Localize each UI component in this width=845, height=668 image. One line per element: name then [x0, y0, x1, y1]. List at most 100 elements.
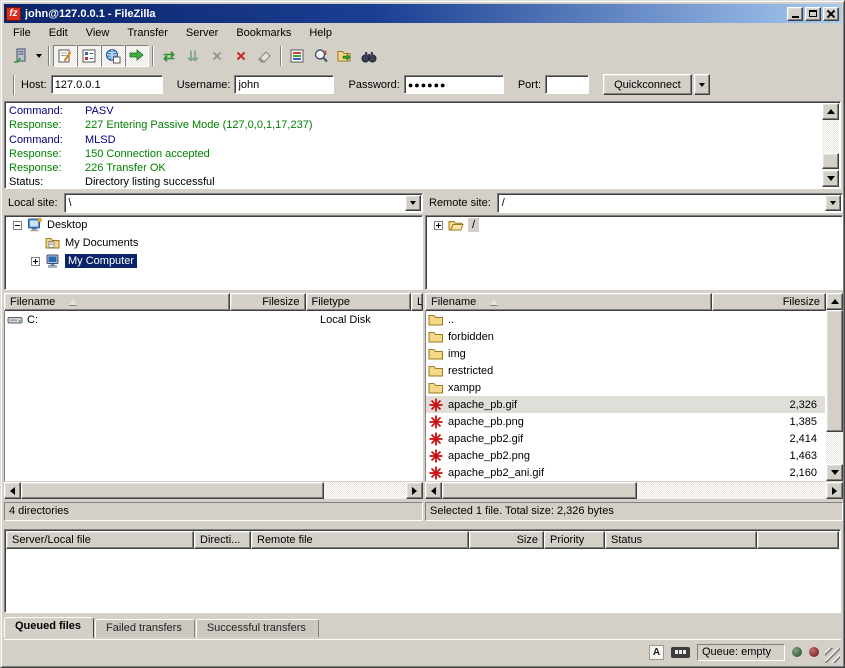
- disconnect-button[interactable]: [229, 45, 253, 67]
- column-filename[interactable]: Filename: [4, 293, 230, 311]
- scrollbar-thumb[interactable]: [442, 482, 637, 499]
- compare-icon: [313, 48, 329, 64]
- menu-file[interactable]: File: [4, 25, 40, 41]
- resize-grip[interactable]: [825, 648, 840, 663]
- close-button[interactable]: [823, 7, 839, 21]
- file-name: apache_pb2.png: [448, 450, 724, 462]
- menu-server[interactable]: Server: [177, 25, 227, 41]
- filter-icon: [289, 48, 305, 64]
- file-row[interactable]: apache_pb2_ani.gif 2,160: [426, 464, 825, 481]
- column-remote-file[interactable]: Remote file: [251, 531, 469, 549]
- tree-item-desktop[interactable]: Desktop: [5, 216, 422, 234]
- remote-status-text: Selected 1 file. Total size: 2,326 bytes: [425, 502, 843, 521]
- port-input[interactable]: [545, 75, 589, 94]
- synchronized-browsing-button[interactable]: [333, 45, 357, 67]
- menu-help[interactable]: Help: [300, 25, 341, 41]
- site-manager-dropdown[interactable]: [32, 45, 45, 67]
- file-name: apache_pb2_ani.gif: [448, 467, 724, 479]
- cancel-operation-button[interactable]: [205, 45, 229, 67]
- site-manager-icon: [12, 48, 28, 64]
- toggle-local-tree-button[interactable]: [77, 45, 101, 67]
- menu-view[interactable]: View: [77, 25, 119, 41]
- remote-vertical-scrollbar[interactable]: [826, 293, 843, 481]
- file-row[interactable]: ..: [426, 311, 825, 328]
- file-row-c-drive[interactable]: C: Local Disk: [5, 311, 422, 328]
- scroll-right-button[interactable]: [406, 482, 423, 499]
- column-server-local-file[interactable]: Server/Local file: [6, 531, 194, 549]
- menu-transfer[interactable]: Transfer: [118, 25, 177, 41]
- scroll-up-button[interactable]: [822, 103, 839, 120]
- find-files-button[interactable]: [357, 45, 381, 67]
- scroll-left-button[interactable]: [425, 482, 442, 499]
- process-queue-button[interactable]: ⇊: [181, 45, 205, 67]
- compare-directories-button[interactable]: [309, 45, 333, 67]
- column-last-modified[interactable]: Last modified: [411, 293, 423, 311]
- file-row[interactable]: apache_pb2.gif 2,414: [426, 430, 825, 447]
- tree-item-my-documents[interactable]: My Documents: [5, 234, 422, 252]
- remote-site-combobox[interactable]: /: [497, 193, 843, 213]
- expand-icon[interactable]: [31, 257, 40, 266]
- file-row[interactable]: apache_pb2.png 1,463: [426, 447, 825, 464]
- column-filename[interactable]: Filename: [425, 293, 712, 311]
- scrollbar-thumb[interactable]: [826, 310, 843, 432]
- refresh-button[interactable]: ⇄: [157, 45, 181, 67]
- site-manager-button[interactable]: [8, 45, 32, 67]
- tree-item-my-computer[interactable]: My Computer: [5, 252, 422, 270]
- collapse-icon[interactable]: [13, 221, 22, 230]
- column-filesize[interactable]: Filesize: [230, 293, 306, 311]
- tab-queued-files[interactable]: Queued files: [4, 617, 94, 638]
- quickconnect-dropdown[interactable]: [694, 74, 710, 95]
- tab-failed-transfers[interactable]: Failed transfers: [95, 619, 195, 638]
- remote-file-list: .. forbidden img restricted xampp: [425, 311, 826, 481]
- tree-item-root[interactable]: /: [426, 216, 842, 234]
- maximize-button[interactable]: [805, 7, 821, 21]
- minimize-button[interactable]: [787, 7, 803, 21]
- scroll-right-button[interactable]: [826, 482, 843, 499]
- column-size[interactable]: Size: [469, 531, 544, 549]
- tab-successful-transfers[interactable]: Successful transfers: [196, 619, 319, 638]
- column-filetype[interactable]: Filetype: [306, 293, 412, 311]
- scroll-left-button[interactable]: [4, 482, 21, 499]
- host-input[interactable]: [51, 75, 163, 94]
- port-label: Port:: [518, 79, 541, 91]
- file-row[interactable]: forbidden: [426, 328, 825, 345]
- log-line: Response:226 Transfer OK: [9, 161, 820, 175]
- remote-site-dropdown[interactable]: [825, 195, 841, 211]
- file-row-selected[interactable]: apache_pb.gif 2,326: [426, 396, 825, 413]
- menu-edit[interactable]: Edit: [40, 25, 77, 41]
- column-direction[interactable]: Directi...: [194, 531, 251, 549]
- local-horizontal-scrollbar[interactable]: [4, 482, 423, 499]
- filter-button[interactable]: [285, 45, 309, 67]
- quickconnect-button[interactable]: Quickconnect: [603, 74, 692, 95]
- file-row[interactable]: img: [426, 345, 825, 362]
- column-filesize[interactable]: Filesize: [712, 293, 826, 311]
- file-row[interactable]: apache_pb.png 1,385: [426, 413, 825, 430]
- file-size: 2,160: [724, 467, 825, 479]
- chevron-down-icon: [830, 201, 836, 205]
- remote-horizontal-scrollbar[interactable]: [425, 482, 843, 499]
- log-line: Response:227 Entering Passive Mode (127,…: [9, 118, 820, 132]
- scrollbar-thumb[interactable]: [21, 482, 324, 499]
- log-vertical-scrollbar[interactable]: [822, 103, 839, 187]
- column-priority[interactable]: Priority: [544, 531, 605, 549]
- username-input[interactable]: [234, 75, 334, 94]
- file-row[interactable]: restricted: [426, 362, 825, 379]
- expand-icon[interactable]: [434, 221, 443, 230]
- scroll-down-button[interactable]: [826, 464, 843, 481]
- menu-bookmarks[interactable]: Bookmarks: [227, 25, 300, 41]
- scroll-down-button[interactable]: [822, 170, 839, 187]
- file-row[interactable]: xampp: [426, 379, 825, 396]
- scroll-up-button[interactable]: [826, 293, 843, 310]
- password-input[interactable]: [404, 75, 504, 94]
- file-name: restricted: [448, 365, 724, 377]
- toggle-transfer-queue-button[interactable]: [125, 45, 149, 67]
- file-size: 2,326: [724, 399, 825, 411]
- column-filler: [757, 531, 839, 549]
- scrollbar-thumb[interactable]: [822, 153, 839, 169]
- column-status[interactable]: Status: [605, 531, 757, 549]
- toggle-message-log-button[interactable]: [53, 45, 77, 67]
- local-site-combobox[interactable]: \: [64, 193, 423, 213]
- toggle-remote-tree-button[interactable]: [101, 45, 125, 67]
- local-site-dropdown[interactable]: [405, 195, 421, 211]
- clear-queue-button[interactable]: [253, 45, 277, 67]
